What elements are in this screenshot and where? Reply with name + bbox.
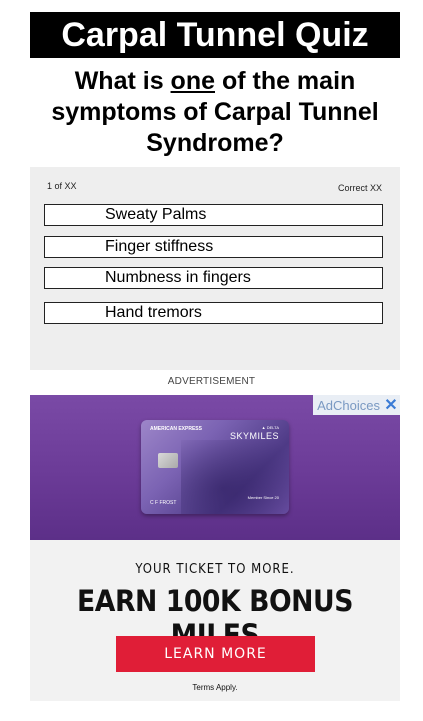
card-product: SKYMILES bbox=[229, 431, 279, 441]
terms-link[interactable]: Terms Apply. bbox=[30, 683, 400, 692]
question-counter: 1 of XX bbox=[47, 181, 77, 191]
question-text: What is one of the main symptoms of Carp… bbox=[30, 66, 400, 159]
card-member-since: Member Since 20 bbox=[247, 495, 279, 500]
ad-top-band: AMERICAN EXPRESS ▲ DELTA SKYMILES Member… bbox=[30, 395, 400, 540]
learn-more-button[interactable]: LEARN MORE bbox=[116, 636, 315, 672]
ad-tagline: YOUR TICKET TO MORE. bbox=[135, 562, 295, 577]
page-title: Carpal Tunnel Quiz bbox=[30, 12, 400, 58]
advertisement-label: ADVERTISEMENT bbox=[167, 376, 256, 387]
adchoices-badge[interactable]: AdChoices ✕ bbox=[313, 395, 400, 415]
answer-option-2[interactable]: Finger stiffness bbox=[44, 236, 383, 258]
score-counter: Correct XX bbox=[337, 183, 382, 193]
quiz-panel: 1 of XX Correct XX Sweaty Palms Finger s… bbox=[30, 167, 400, 370]
adchoices-label: AdChoices bbox=[317, 397, 380, 413]
answer-option-4[interactable]: Hand tremors bbox=[44, 302, 383, 324]
card-holder: C F FROST bbox=[150, 500, 177, 506]
card-chip-icon bbox=[158, 453, 178, 468]
answer-option-1[interactable]: Sweaty Palms bbox=[44, 204, 383, 226]
ad-banner[interactable]: AMERICAN EXPRESS ▲ DELTA SKYMILES Member… bbox=[30, 395, 400, 701]
close-icon[interactable]: ✕ bbox=[382, 395, 400, 415]
card-brand: AMERICAN EXPRESS bbox=[150, 426, 202, 432]
answer-option-3[interactable]: Numbness in fingers bbox=[44, 267, 383, 289]
card-swirl bbox=[181, 440, 289, 514]
card-delta: ▲ DELTA bbox=[261, 425, 279, 430]
question-prefix: What is bbox=[74, 67, 171, 95]
credit-card-image: AMERICAN EXPRESS ▲ DELTA SKYMILES Member… bbox=[141, 420, 289, 514]
question-emphasis: one bbox=[170, 67, 215, 95]
ad-bottom: YOUR TICKET TO MORE. EARN 100K BONUS MIL… bbox=[30, 540, 400, 701]
